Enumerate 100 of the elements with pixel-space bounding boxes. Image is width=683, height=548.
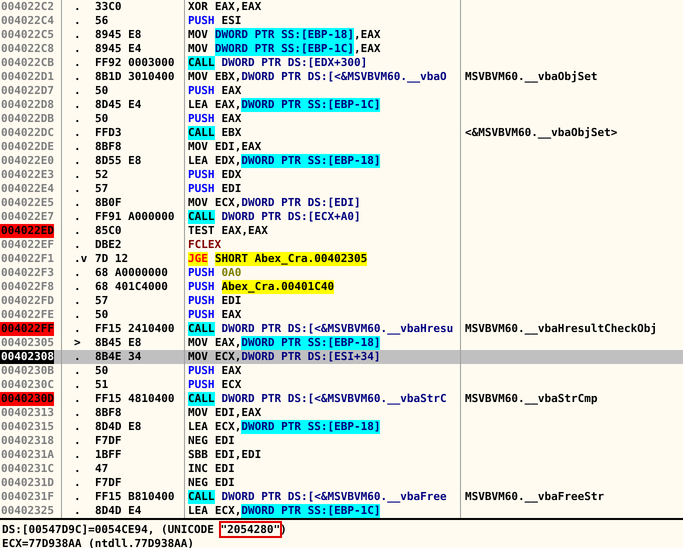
info-line: DS:[00547D9C]=0054CE94, (UNICODE "2054280") bbox=[2, 523, 287, 537]
instruction-mnemonic: PUSH bbox=[188, 378, 214, 392]
address-cell: 004022D8 bbox=[0, 98, 54, 112]
jump-marker: . bbox=[74, 126, 81, 139]
jump-marker: . bbox=[74, 308, 81, 321]
hex-bytes: 8B0F bbox=[95, 196, 122, 209]
jump-marker: . bbox=[74, 476, 81, 489]
instruction-mnemonic: MOV bbox=[188, 70, 208, 84]
address-cell: 0040231F bbox=[0, 490, 54, 504]
hex-bytes: FFD3 bbox=[95, 126, 122, 139]
hex-bytes: DBE2 bbox=[95, 238, 122, 251]
jump-marker: . bbox=[74, 462, 81, 475]
instruction-operands: DWORD PTR SS:[EBP-18],EAX bbox=[214, 28, 380, 42]
jump-marker: . bbox=[74, 112, 81, 125]
selected-row[interactable]: 00402308 . 8B4E 34 MOV ECX,DWORD PTR DS:[ESI+34] bbox=[0, 350, 683, 364]
address-cell: 00402315 bbox=[0, 420, 54, 434]
hex-bytes: 8BF8 bbox=[95, 140, 122, 153]
hex-bytes: 8945 E4 bbox=[95, 42, 142, 55]
address-cell: 0040231C bbox=[0, 462, 54, 476]
jump-marker: . bbox=[74, 154, 81, 167]
instruction-operands: DWORD PTR DS:[EDX+300] bbox=[222, 56, 368, 70]
hex-bytes: 8D4D E4 bbox=[95, 504, 142, 517]
instruction-mnemonic: PUSH bbox=[188, 84, 214, 98]
instruction-mnemonic: LEA bbox=[188, 504, 208, 518]
jump-marker: . bbox=[74, 140, 81, 153]
instruction-mnemonic: LEA bbox=[188, 420, 208, 434]
jump-marker: . bbox=[74, 280, 81, 293]
instruction-mnemonic: NEG bbox=[188, 434, 208, 448]
instruction-operands: EDI,EAX bbox=[214, 406, 262, 420]
hex-bytes: 8B4E 34 bbox=[95, 350, 142, 363]
instruction-mnemonic: MOV bbox=[188, 196, 208, 210]
instruction-operands: EDI,EDI bbox=[214, 448, 262, 462]
comment-text: <&MSVBVM60.__vbaObjSet> bbox=[465, 126, 618, 139]
instruction-operands: EDI bbox=[222, 182, 242, 196]
address-cell: 004022E3 bbox=[0, 168, 54, 182]
hex-bytes: 51 bbox=[95, 378, 108, 391]
instruction-operands: EAX bbox=[222, 308, 242, 322]
instruction-mnemonic: MOV bbox=[188, 336, 208, 350]
instruction-operands: EAX,EAX bbox=[214, 0, 262, 14]
address-cell: 0040230B bbox=[0, 364, 54, 378]
hex-bytes: F7DF bbox=[95, 434, 122, 447]
instruction-operands: ECX,DWORD PTR DS:[EDI] bbox=[214, 196, 361, 210]
instruction-operands: DWORD PTR DS:[<&MSVBVM60.__vbaHresu bbox=[222, 322, 454, 336]
instruction-operands: SHORT Abex_Cra.00402305 bbox=[214, 252, 368, 266]
jump-marker: . bbox=[74, 182, 81, 195]
hex-bytes: 50 bbox=[95, 84, 108, 97]
instruction-operands: EDI bbox=[222, 294, 242, 308]
instruction-operands: ESI bbox=[222, 14, 242, 28]
instruction-operands: EAX,EAX bbox=[222, 224, 268, 238]
hex-bytes: 8D55 E8 bbox=[95, 154, 142, 167]
jump-marker: . bbox=[74, 238, 81, 251]
address-cell: 00402308 bbox=[0, 350, 54, 364]
comment-text: MSVBVM60.__vbaObjSet bbox=[465, 70, 598, 83]
address-cell: 004022E0 bbox=[0, 154, 54, 168]
instruction-mnemonic: XOR bbox=[188, 0, 208, 14]
jump-marker: . bbox=[74, 490, 81, 503]
jump-marker: . bbox=[74, 224, 81, 237]
address-cell: 004022F1 bbox=[0, 252, 54, 266]
address-cell: 004022E7 bbox=[0, 210, 54, 224]
hex-bytes: 33C0 bbox=[95, 0, 122, 13]
instruction-mnemonic: PUSH bbox=[188, 182, 214, 196]
hex-bytes: 57 bbox=[95, 294, 108, 307]
hex-bytes: 56 bbox=[95, 14, 108, 27]
address-cell: 004022CB bbox=[0, 56, 54, 70]
jump-marker: . bbox=[74, 392, 81, 405]
jump-marker: . bbox=[74, 196, 81, 209]
address-cell: 004022ED bbox=[0, 224, 54, 238]
hex-bytes: FF15 4810400 bbox=[95, 392, 174, 405]
instruction-operands: ECX bbox=[222, 378, 242, 392]
address-cell: 0040231A bbox=[0, 448, 54, 462]
instruction-operands: EAX bbox=[222, 112, 242, 126]
instruction-mnemonic: LEA bbox=[188, 98, 208, 112]
hex-bytes: 8D4D E8 bbox=[95, 420, 142, 433]
jump-marker: . bbox=[74, 98, 81, 111]
instruction-mnemonic: CALL bbox=[188, 322, 214, 336]
jump-marker: . bbox=[74, 56, 81, 69]
instruction-mnemonic: CALL bbox=[188, 392, 214, 406]
instruction-operands: 0A0 bbox=[222, 266, 242, 280]
address-cell: 004022FE bbox=[0, 308, 54, 322]
jump-marker: . bbox=[74, 70, 81, 83]
instruction-mnemonic: CALL bbox=[188, 210, 214, 224]
address-cell: 004022DC bbox=[0, 126, 54, 140]
instruction-operands: DWORD PTR DS:[ECX+A0] bbox=[222, 210, 361, 224]
instruction-operands: ECX,DWORD PTR DS:[ESI+34] bbox=[214, 350, 380, 364]
jump-marker: .v bbox=[74, 252, 88, 265]
jump-marker: . bbox=[74, 406, 81, 419]
address-cell: 004022EF bbox=[0, 238, 54, 252]
instruction-mnemonic: MOV bbox=[188, 28, 208, 42]
jump-marker: . bbox=[74, 14, 81, 27]
address-cell: 00402313 bbox=[0, 406, 54, 420]
jump-marker: . bbox=[74, 504, 81, 517]
hex-bytes: 8B45 E8 bbox=[95, 336, 142, 349]
address-cell: 004022F3 bbox=[0, 266, 54, 280]
jump-marker: . bbox=[74, 168, 81, 181]
hex-bytes: 8B1D 3010400 bbox=[95, 70, 174, 83]
comment-text: MSVBVM60.__vbaStrCmp bbox=[465, 392, 598, 405]
hex-bytes: 8BF8 bbox=[95, 406, 122, 419]
instruction-mnemonic: PUSH bbox=[188, 168, 214, 182]
address-cell: 0040230D bbox=[0, 392, 54, 406]
hex-bytes: 85C0 bbox=[95, 224, 122, 237]
